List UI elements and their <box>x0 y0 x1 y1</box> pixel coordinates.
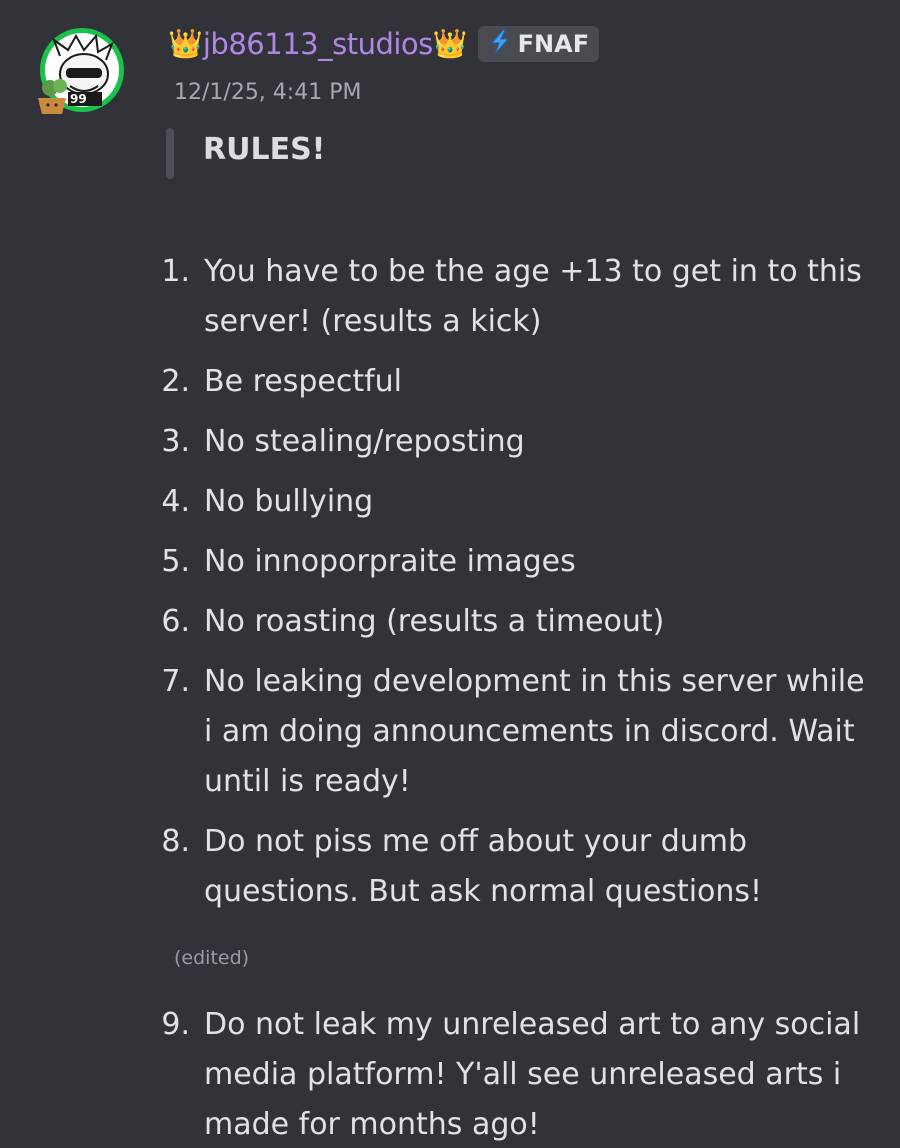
server-tag-label: FNAF <box>517 30 590 58</box>
list-item: 1. You have to be the age +13 to get in t… <box>161 254 862 339</box>
crown-right-icon: 👑 <box>432 27 468 60</box>
author-username[interactable]: jb86113_studios <box>203 27 433 61</box>
crown-left-icon: 👑 <box>168 27 203 60</box>
avatar-badge: 99 <box>70 92 87 106</box>
blockquote-title: RULES! <box>203 132 326 167</box>
edited-label: (edited) <box>174 947 250 969</box>
avatar-image <box>38 28 124 114</box>
avatar[interactable]: 99 <box>32 26 132 122</box>
list-item: 8. Do not piss me off about your dumb que… <box>161 824 763 909</box>
list-item: 9. Do not leak my unreleased art to any s… <box>161 1007 861 1142</box>
message-header: 👑 jb86113_studios 👑 FNAF <box>168 24 600 64</box>
list-item: 4. No bullying <box>161 484 374 519</box>
list-item: 7. No leaking development in this server … <box>161 664 865 799</box>
server-tag[interactable]: FNAF <box>477 26 600 62</box>
list-item: 5. No innoporpraite images <box>161 544 576 579</box>
lightning-bolt-icon <box>486 28 514 60</box>
rules-list: 1. You have to be the age +13 to get in t… <box>150 247 870 927</box>
list-item: 6. No roasting (results a timeout) <box>161 604 665 639</box>
blockquote-bar <box>166 128 174 179</box>
list-item: 2. Be respectful <box>161 364 403 399</box>
rules-list-continued: 9. Do not leak my unreleased art to any s… <box>150 1000 870 1148</box>
message-timestamp[interactable]: 12/1/25, 4:41 PM <box>174 80 361 105</box>
list-item: 3. No stealing/reposting <box>161 424 525 459</box>
